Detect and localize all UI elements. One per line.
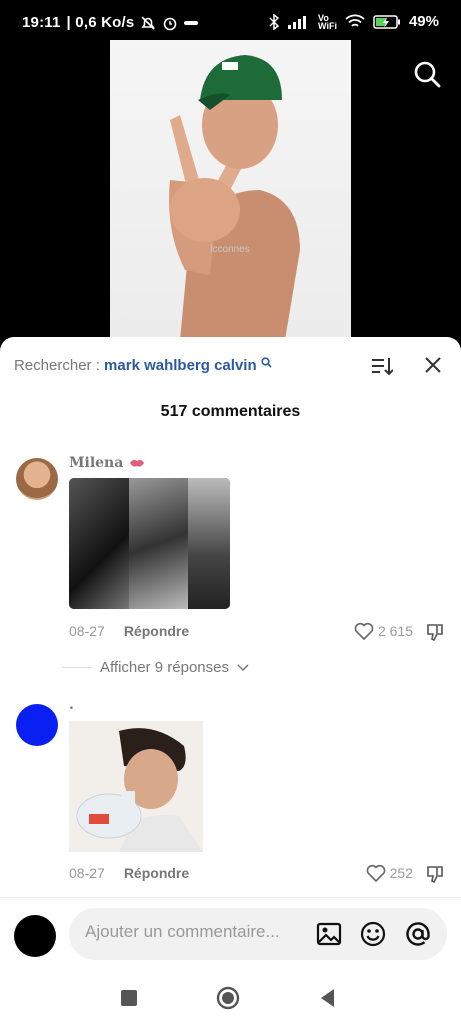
search-label: Rechercher : — [14, 357, 100, 374]
avatar[interactable] — [16, 458, 58, 500]
avatar[interactable] — [16, 704, 58, 746]
comment-photo — [69, 721, 203, 852]
comment-composer — [0, 897, 461, 1025]
comment-date: 08-27 — [69, 623, 105, 639]
my-avatar[interactable] — [14, 915, 56, 957]
comment-item: Milena 08-27 Répondre 2 615 Afficher 9 r… — [0, 453, 461, 683]
comments-count: 517 commentaires — [160, 403, 301, 420]
signal-icon — [288, 15, 307, 29]
like-count: 252 — [389, 865, 413, 881]
comment-item: . 08-27 Répondre 252 — [0, 697, 461, 899]
dislike-icon[interactable] — [425, 864, 445, 884]
video-frame: icconnes — [110, 40, 351, 340]
system-nav-bar — [0, 980, 461, 1020]
reply-button[interactable]: Répondre — [124, 865, 189, 881]
chevron-down-icon — [237, 663, 249, 671]
comment-image[interactable] — [69, 721, 203, 852]
comment-meta: 08-27 Répondre — [69, 623, 189, 639]
comment-meta: 08-27 Répondre — [69, 865, 189, 881]
watermark-text: icconnes — [210, 244, 249, 255]
reply-button[interactable]: Répondre — [124, 623, 189, 639]
battery-percent: 49% — [408, 13, 439, 30]
heart-icon — [366, 864, 385, 882]
status-time: 19:11 — [22, 14, 61, 31]
image-panel — [188, 478, 230, 609]
bell-off-icon — [141, 15, 156, 30]
kiss-icon — [130, 459, 145, 467]
show-replies-button[interactable]: Afficher 9 réponses — [62, 659, 249, 676]
heart-icon — [354, 622, 374, 640]
like-button[interactable]: 2 615 — [354, 622, 413, 640]
app-notification-icon — [184, 20, 199, 25]
dislike-icon[interactable] — [425, 622, 445, 642]
home-icon[interactable] — [216, 986, 240, 1010]
comment-author[interactable]: . — [69, 697, 74, 713]
comment-input[interactable] — [83, 921, 297, 943]
emoji-icon[interactable] — [359, 920, 387, 948]
video-player[interactable]: icconnes — [0, 0, 461, 360]
video-image: icconnes — [169, 55, 300, 340]
status-speed: | 0,6 Ko/s — [66, 14, 135, 31]
image-panel — [128, 478, 189, 609]
close-icon[interactable] — [423, 355, 443, 375]
search-query[interactable]: mark wahlberg calvin — [104, 357, 257, 374]
comment-author[interactable]: Milena — [69, 455, 146, 471]
like-button[interactable]: 252 — [366, 864, 413, 882]
alarm-icon — [164, 17, 177, 30]
back-icon[interactable] — [316, 986, 340, 1010]
wifi-icon — [345, 14, 365, 27]
comment-image[interactable] — [69, 478, 230, 609]
image-panel — [69, 478, 129, 609]
bluetooth-icon — [269, 13, 280, 30]
volte-label: Vo WiFi — [318, 12, 337, 31]
recents-icon[interactable] — [117, 986, 141, 1010]
sort-icon[interactable] — [371, 355, 393, 377]
mention-icon[interactable] — [404, 920, 432, 948]
like-count: 2 615 — [377, 623, 413, 639]
small-search-icon — [261, 357, 272, 368]
search-icon[interactable] — [413, 60, 441, 88]
divider-line — [62, 667, 92, 668]
show-replies-label: Afficher 9 réponses — [100, 659, 229, 676]
battery-icon — [373, 14, 400, 29]
search-suggestion[interactable]: Rechercher : mark wahlberg calvin — [14, 357, 272, 374]
image-picker-icon[interactable] — [315, 920, 343, 948]
comment-date: 08-27 — [69, 865, 105, 881]
status-bar: 19:11 | 0,6 Ko/s Vo WiFi 49% — [0, 0, 461, 46]
comment-input-box[interactable] — [69, 908, 447, 960]
